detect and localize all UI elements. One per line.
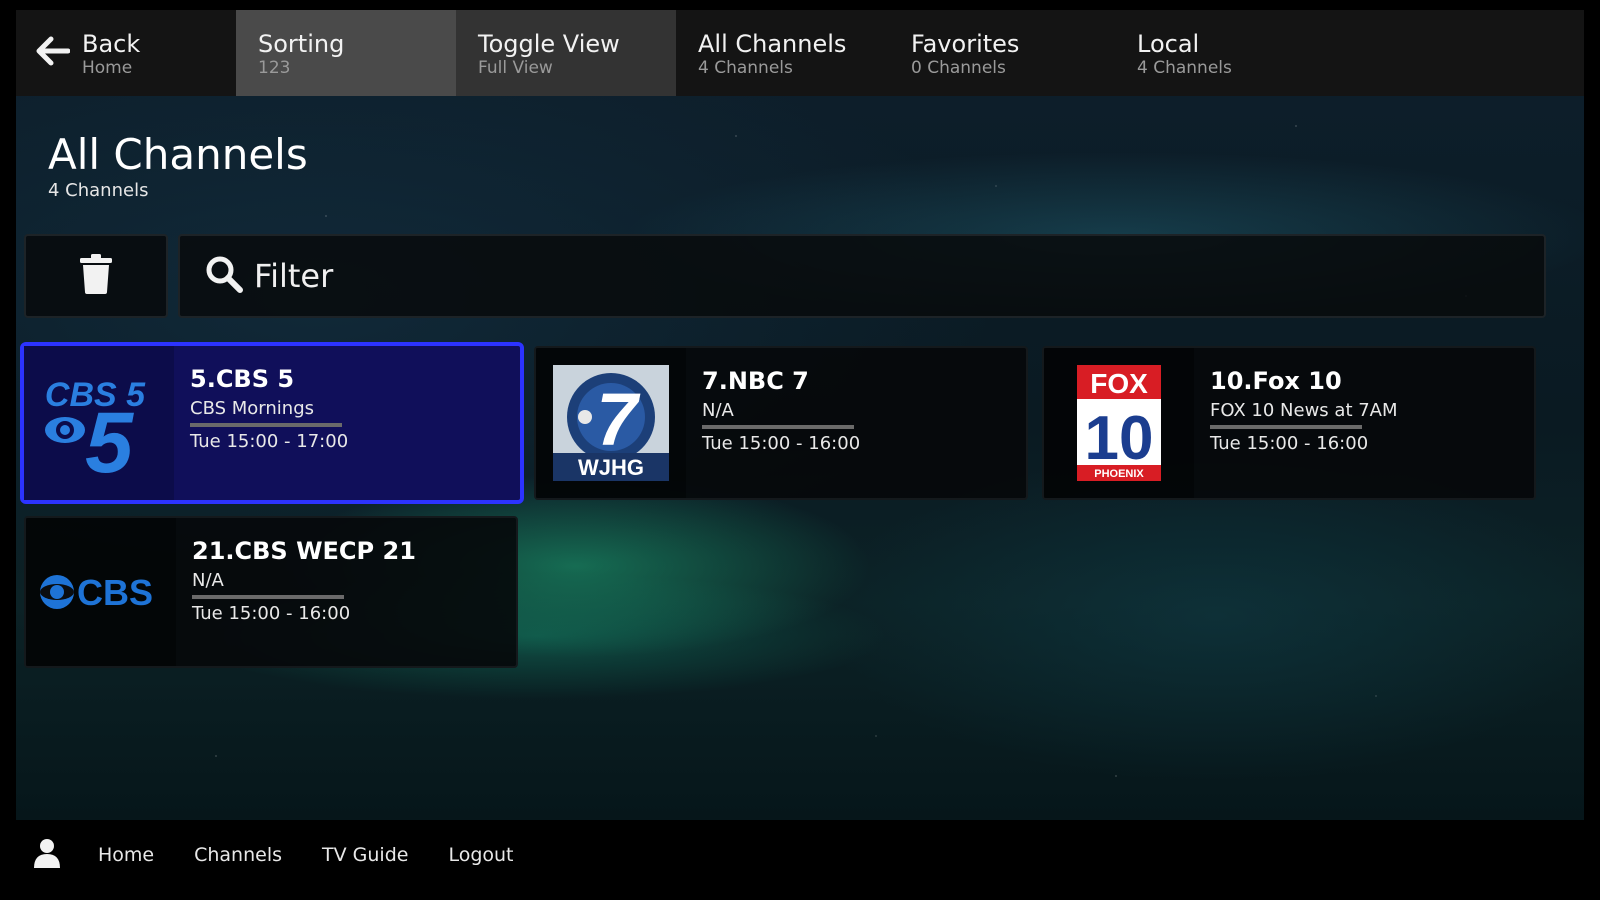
tab-favorites[interactable]: Favorites 0 Channels xyxy=(891,10,1117,96)
clear-filter-button[interactable] xyxy=(24,234,168,318)
channel-card[interactable]: 7 WJHG 7.NBC 7 N/A Tue 15:00 - 16:00 xyxy=(534,346,1028,500)
arrow-left-icon xyxy=(36,36,71,70)
toggle-view-label: Toggle View xyxy=(478,30,620,58)
channel-card[interactable]: CBS 21.CBS WECP 21 N/A Tue 15:00 - 16:00 xyxy=(24,516,518,668)
sorting-label: Sorting xyxy=(258,30,345,58)
nav-tv-guide[interactable]: TV Guide xyxy=(322,844,408,866)
bottom-nav-bar: Home Channels TV Guide Logout xyxy=(16,820,1584,890)
all-channels-label: All Channels xyxy=(698,30,847,58)
program-time: Tue 15:00 - 16:00 xyxy=(192,603,351,624)
program-title: N/A xyxy=(702,400,734,421)
nav-home[interactable]: Home xyxy=(98,844,154,866)
program-progress-bar xyxy=(1210,425,1362,429)
tv-app: Back Home Sorting 123 Toggle View Full V… xyxy=(16,10,1584,890)
svg-text:5: 5 xyxy=(85,395,134,478)
page-title: All Channels xyxy=(48,130,308,179)
back-label: Back xyxy=(82,30,141,58)
channel-logo-fox10: FOX 10 PHOENIX xyxy=(1044,348,1194,498)
all-channels-count: 4 Channels xyxy=(698,58,793,78)
nav-channels[interactable]: Channels xyxy=(194,844,282,866)
toggle-view-button[interactable]: Toggle View Full View xyxy=(456,10,676,96)
program-progress-bar xyxy=(702,425,854,429)
sorting-button[interactable]: Sorting 123 xyxy=(236,10,456,96)
channel-logo-cbs: CBS xyxy=(26,518,176,666)
program-title: CBS Mornings xyxy=(190,398,314,419)
program-time: Tue 15:00 - 17:00 xyxy=(190,431,349,452)
favorites-label: Favorites xyxy=(911,30,1020,58)
back-sublabel: Home xyxy=(82,58,133,78)
cbs-logo-text: CBS xyxy=(77,572,153,613)
toggle-view-sublabel: Full View xyxy=(478,58,553,78)
user-icon[interactable] xyxy=(34,838,60,872)
fox-logo-text: FOX xyxy=(1090,368,1148,399)
channel-logo-wjhg: 7 WJHG xyxy=(536,348,686,498)
channel-name: 10.Fox 10 xyxy=(1210,367,1342,395)
main-content: All Channels 4 Channels Filter CBS 5 5 5… xyxy=(16,96,1584,820)
program-progress-bar xyxy=(192,595,344,599)
channel-info: 7.NBC 7 N/A Tue 15:00 - 16:00 xyxy=(686,348,860,498)
local-count: 4 Channels xyxy=(1137,58,1232,78)
program-time: Tue 15:00 - 16:00 xyxy=(1210,433,1369,454)
nav-logout[interactable]: Logout xyxy=(448,844,513,866)
program-progress-bar xyxy=(190,423,342,427)
top-menu-bar: Back Home Sorting 123 Toggle View Full V… xyxy=(16,10,1584,96)
page-subtitle: 4 Channels xyxy=(48,180,149,201)
program-title: N/A xyxy=(192,570,224,591)
tab-all-channels[interactable]: All Channels 4 Channels xyxy=(676,10,891,96)
channel-name: 7.NBC 7 xyxy=(702,367,809,395)
sorting-sublabel: 123 xyxy=(258,58,291,78)
local-label: Local xyxy=(1137,30,1200,58)
channel-card[interactable]: FOX 10 PHOENIX 10.Fox 10 FOX 10 News at … xyxy=(1042,346,1536,500)
filter-placeholder: Filter xyxy=(254,257,334,295)
trash-icon xyxy=(79,254,113,298)
wjhg-logo-text: WJHG xyxy=(578,455,644,480)
tab-local[interactable]: Local 4 Channels xyxy=(1117,10,1417,96)
search-icon xyxy=(204,254,244,298)
channel-name: 5.CBS 5 xyxy=(190,365,295,393)
filter-input[interactable]: Filter xyxy=(178,234,1546,318)
channel-info: 10.Fox 10 FOX 10 News at 7AM Tue 15:00 -… xyxy=(1194,348,1398,498)
channel-card[interactable]: CBS 5 5 5.CBS 5 CBS Mornings Tue 15:00 -… xyxy=(20,342,524,504)
channel-logo-cbs5: CBS 5 5 xyxy=(24,346,174,500)
favorites-count: 0 Channels xyxy=(911,58,1006,78)
channel-name: 21.CBS WECP 21 xyxy=(192,537,416,565)
channel-info: 5.CBS 5 CBS Mornings Tue 15:00 - 17:00 xyxy=(174,346,348,500)
svg-text:7: 7 xyxy=(596,378,641,461)
program-title: FOX 10 News at 7AM xyxy=(1210,400,1398,421)
channel-info: 21.CBS WECP 21 N/A Tue 15:00 - 16:00 xyxy=(176,518,416,666)
back-button[interactable]: Back Home xyxy=(16,10,236,96)
phoenix-logo-text: PHOENIX xyxy=(1094,468,1144,480)
program-time: Tue 15:00 - 16:00 xyxy=(702,433,861,454)
fox-10-logo-number: 10 xyxy=(1085,404,1154,473)
